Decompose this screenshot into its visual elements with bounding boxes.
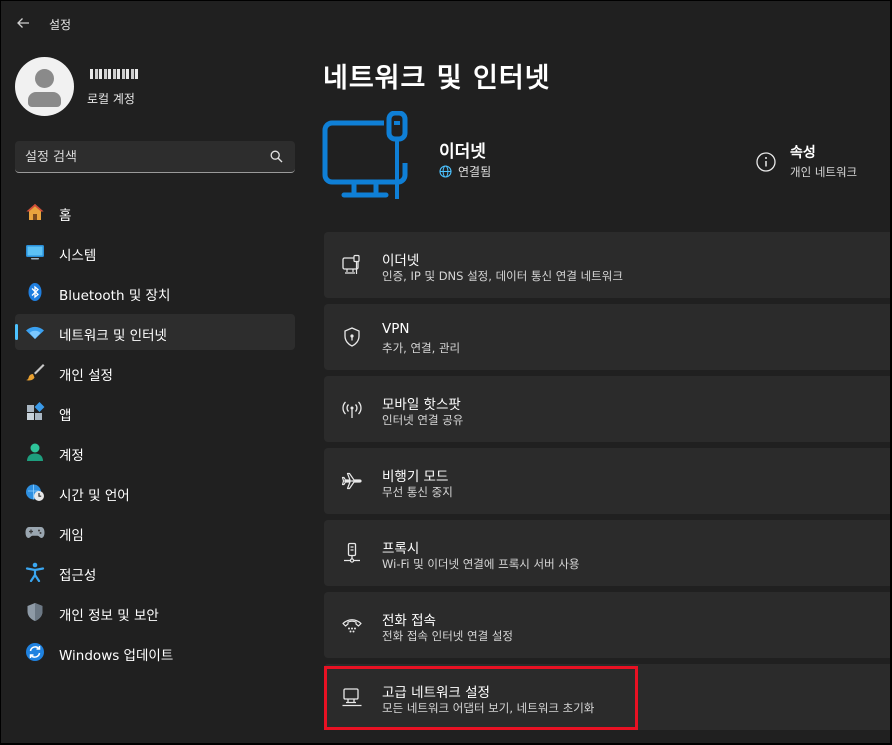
info-icon bbox=[756, 152, 776, 172]
accessibility-icon bbox=[25, 562, 45, 582]
dialup-icon bbox=[342, 619, 362, 633]
avatar bbox=[15, 57, 74, 116]
title-bar: 설정 bbox=[0, 0, 892, 46]
search-box[interactable] bbox=[15, 141, 295, 173]
card-advanced-network[interactable]: 고급 네트워크 설정 모든 네트워크 어댑터 보기, 네트워크 초기화 bbox=[324, 664, 892, 730]
wifi-icon bbox=[26, 326, 44, 339]
apps-icon bbox=[27, 402, 45, 420]
back-arrow-icon bbox=[17, 18, 29, 28]
vpn-shield-icon bbox=[344, 327, 360, 347]
card-mobile-hotspot[interactable]: 모바일 핫스팟 인터넷 연결 공유 bbox=[324, 376, 892, 442]
connection-name: 이더넷 bbox=[439, 142, 486, 162]
sidebar-item-gaming[interactable]: 게임 bbox=[15, 514, 295, 550]
proxy-icon bbox=[344, 542, 360, 563]
time-language-icon bbox=[26, 484, 44, 501]
ethernet-monitor-icon bbox=[322, 111, 408, 199]
page-title: 네트워크 및 인터넷 bbox=[323, 63, 551, 94]
card-proxy[interactable]: 프록시 Wi-Fi 및 이더넷 연결에 프록시 서버 사용 bbox=[324, 520, 892, 586]
sidebar-item-network[interactable]: 네트워크 및 인터넷 bbox=[15, 314, 295, 350]
airplane-icon bbox=[341, 472, 362, 490]
bluetooth-icon bbox=[28, 283, 42, 301]
sidebar-item-system[interactable]: 시스템 bbox=[15, 234, 295, 270]
search-input[interactable] bbox=[25, 147, 265, 167]
gamepad-icon bbox=[25, 527, 45, 538]
profile-name-redacted bbox=[90, 69, 138, 79]
card-ethernet[interactable]: 이더넷 인증, IP 및 DNS 설정, 데이터 통신 연결 네트워크 bbox=[324, 232, 892, 298]
sidebar-item-apps[interactable]: 앱 bbox=[15, 394, 295, 430]
sidebar-item-accessibility[interactable]: 접근성 bbox=[15, 554, 295, 590]
sidebar-item-bluetooth[interactable]: Bluetooth 및 장치 bbox=[15, 274, 295, 310]
sidebar-item-privacy[interactable]: 개인 정보 및 보안 bbox=[15, 594, 295, 630]
sidebar-item-time-language[interactable]: 시간 및 언어 bbox=[15, 474, 295, 510]
hotspot-icon bbox=[342, 401, 362, 418]
sidebar-item-windows-update[interactable]: Windows 업데이트 bbox=[15, 634, 295, 670]
search-icon[interactable] bbox=[270, 150, 283, 163]
card-vpn[interactable]: VPN 추가, 연결, 관리 bbox=[324, 304, 892, 370]
account-type: 로컬 계정 bbox=[87, 92, 135, 106]
app-title: 설정 bbox=[49, 18, 72, 32]
system-icon bbox=[26, 245, 44, 260]
sidebar-item-accounts[interactable]: 계정 bbox=[15, 434, 295, 470]
shield-icon bbox=[27, 603, 43, 621]
card-airplane-mode[interactable]: 비행기 모드 무선 통신 중지 bbox=[324, 448, 892, 514]
back-button[interactable] bbox=[8, 8, 38, 38]
connection-status: 연결됨 bbox=[439, 163, 491, 180]
sidebar-item-personalization[interactable]: 개인 설정 bbox=[15, 354, 295, 390]
sidebar-item-home[interactable]: 홈 bbox=[15, 194, 295, 230]
update-icon bbox=[26, 643, 44, 661]
advanced-network-icon bbox=[342, 688, 362, 707]
home-icon bbox=[26, 204, 44, 220]
ethernet-icon bbox=[342, 254, 360, 274]
brush-icon bbox=[26, 364, 45, 381]
account-icon bbox=[27, 443, 43, 461]
card-dial-up[interactable]: 전화 접속 전화 접속 인터넷 연결 설정 bbox=[324, 592, 892, 658]
globe-icon bbox=[439, 165, 452, 178]
sidebar-nav: 홈 시스템 Bluetooth 및 장치 네트워크 및 인터넷 개인 설정 앱 … bbox=[15, 194, 295, 674]
